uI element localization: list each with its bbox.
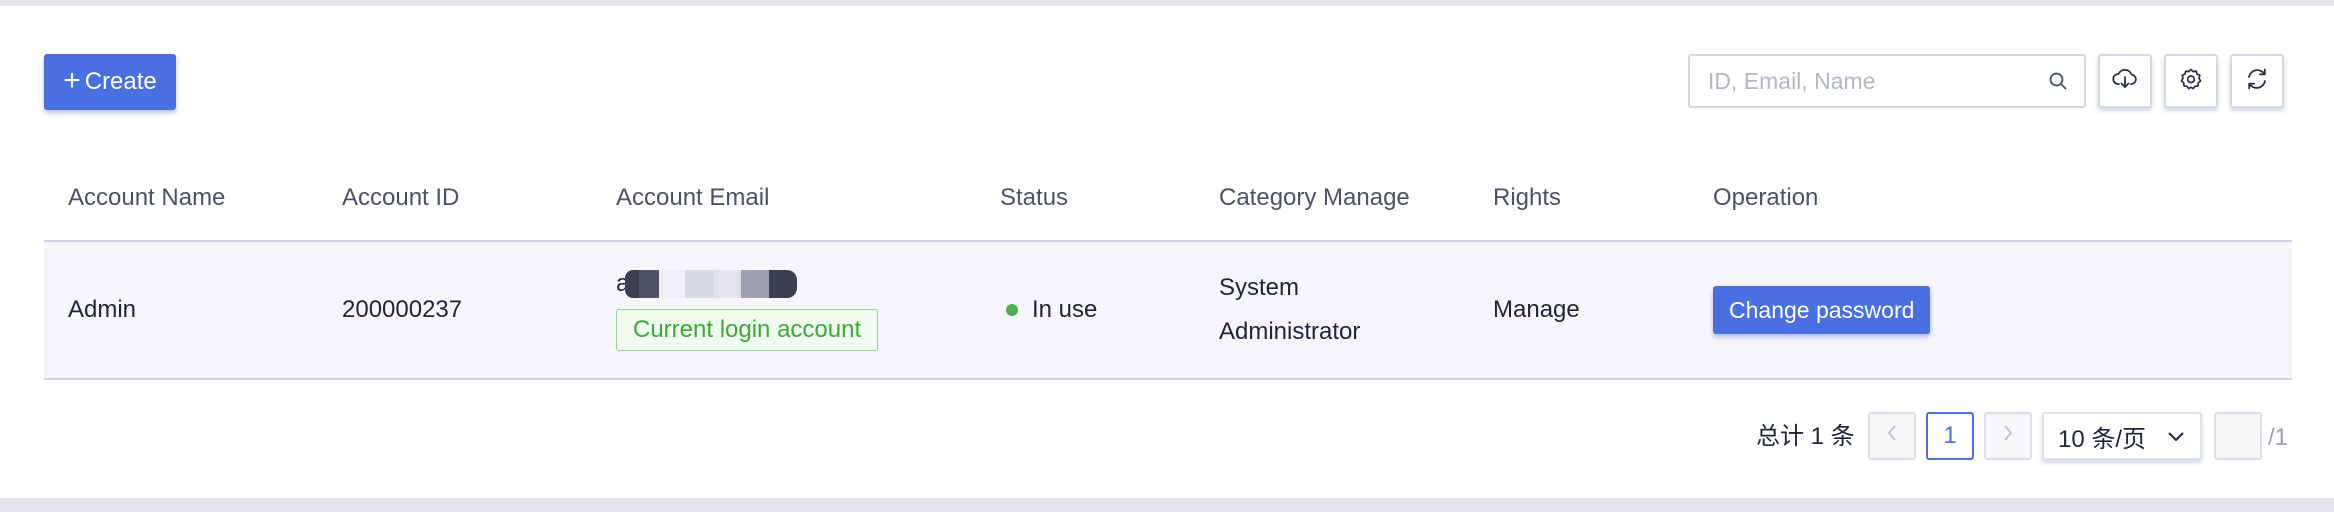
redaction-block [659,270,686,298]
page-jump-input[interactable] [2214,412,2262,460]
prev-page-button[interactable] [1868,412,1916,460]
search-icon[interactable] [2040,71,2076,91]
column-header-account-email: Account Email [616,184,770,211]
page-size-value: 10 条/页 [2058,425,2147,453]
create-button[interactable]: + Create [44,54,176,110]
total-pages: /1 [2268,424,2289,451]
column-header-operation: Operation [1713,184,1819,211]
export-button[interactable] [2098,54,2152,108]
status-dot [1006,304,1018,316]
email-redacted: a [616,269,798,299]
column-header-account-name: Account Name [68,184,226,211]
table-row: Admin 200000237 a Current login account … [44,242,2292,380]
operation-cell: Change password [1713,242,1931,378]
column-header-account-id: Account ID [342,184,460,211]
redaction-block [625,270,640,298]
category-line-1: System [1219,274,1300,301]
settings-button[interactable] [2164,54,2218,108]
table-header: Account Name Account ID Account Email St… [44,156,2292,242]
refresh-button[interactable] [2230,54,2284,108]
change-password-button[interactable]: Change password [1713,286,1931,334]
next-page-button[interactable] [1984,412,2032,460]
account-name-cell: Admin [68,296,137,323]
redaction-block [713,270,742,298]
status-cell: In use [1006,242,1097,378]
search-input[interactable] [1690,55,2040,107]
page-size-select[interactable]: 10 条/页 [2042,412,2202,460]
plus-icon: + [63,64,81,97]
cloud-download-icon [2112,66,2138,97]
search-box [1688,54,2086,108]
column-header-status: Status [1000,184,1069,211]
column-header-category-manage: Category Manage [1219,184,1410,211]
pagination-total: 总计 1 条 [1756,423,1855,450]
account-id-cell: 200000237 [342,296,463,323]
gear-icon [2178,66,2204,97]
chevron-down-icon [2166,422,2186,450]
create-button-label: Create [84,68,157,95]
redaction-block [769,270,798,298]
current-login-badge: Current login account [616,309,879,351]
column-header-rights: Rights [1493,184,1562,211]
rights-cell: Manage [1493,296,1580,323]
status-label: In use [1032,296,1098,323]
category-cell: System Administrator [1219,242,1360,378]
accounts-panel: + Create ID, Email, Name Account Name Ac… [0,6,2334,498]
page-number-1[interactable]: 1 [1926,412,1974,460]
chevron-left-icon [1885,422,1899,450]
redaction-block [685,270,714,298]
bottom-strip [0,498,2334,512]
chevron-right-icon [2001,422,2015,450]
refresh-icon [2244,66,2270,97]
category-line-2: Administrator [1219,318,1361,345]
redaction-block [741,270,770,298]
account-email-cell: a Current login account [616,242,879,378]
accounts-table: Account Name Account ID Account Email St… [44,156,2292,380]
redaction-block [639,270,660,298]
